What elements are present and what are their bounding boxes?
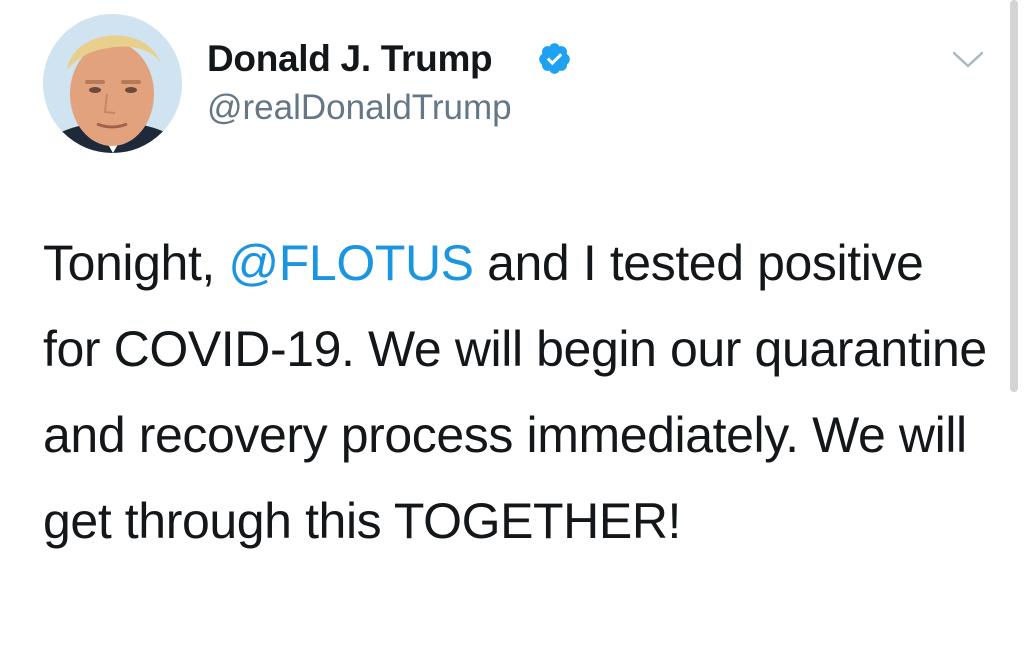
tweet-card: Donald J. Trump @realDonaldTrump Tonight… <box>0 0 1024 661</box>
tweet-text: Tonight, @FLOTUS and I tested positive f… <box>43 220 988 564</box>
tweet-text-start: Tonight, <box>43 235 229 291</box>
verified-badge-icon <box>539 43 570 74</box>
chevron-down-icon[interactable] <box>951 49 985 71</box>
user-handle[interactable]: @realDonaldTrump <box>207 88 512 128</box>
scrollbar[interactable] <box>1010 0 1018 392</box>
mention-link[interactable]: @FLOTUS <box>228 235 474 291</box>
display-name[interactable]: Donald J. Trump <box>207 38 493 80</box>
avatar-image <box>43 14 182 153</box>
avatar[interactable] <box>43 14 182 153</box>
